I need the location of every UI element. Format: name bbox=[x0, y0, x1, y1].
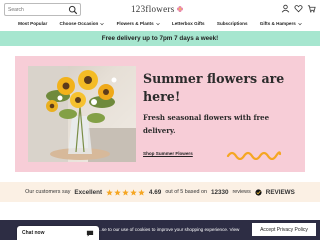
main-nav: Most Popular Choose Occasion Flowers & P… bbox=[0, 18, 320, 29]
search-icon[interactable] bbox=[68, 5, 78, 15]
star-icon bbox=[114, 188, 121, 196]
star-rating bbox=[106, 188, 145, 196]
nav-subscriptions[interactable]: Subscriptions bbox=[217, 21, 248, 26]
review-count: 12330 bbox=[210, 188, 229, 196]
star-icon bbox=[122, 188, 129, 196]
nav-label: Flowers & Plants bbox=[116, 21, 154, 26]
sunflower-bouquet-image bbox=[28, 66, 136, 162]
cookie-text: ...se to our use of cookies to improve y… bbox=[98, 227, 240, 232]
star-icon bbox=[106, 188, 113, 196]
chevron-down-icon bbox=[155, 22, 160, 25]
flower-logo-icon bbox=[176, 5, 183, 13]
chevron-down-icon bbox=[298, 22, 302, 25]
site-logo[interactable]: 123flowers bbox=[131, 2, 184, 16]
review-count-suffix: reviews bbox=[232, 189, 251, 195]
hero-subtitle: Fresh seasonal flowers with free deliver… bbox=[143, 113, 270, 135]
nav-label: Gifts & Hampers bbox=[259, 21, 296, 26]
search-input[interactable] bbox=[8, 5, 64, 15]
nav-label: Choose Occasion bbox=[59, 21, 99, 26]
nav-label: Subscriptions bbox=[216, 21, 248, 26]
nav-choose-occasion[interactable]: Choose Occasion bbox=[60, 21, 105, 26]
star-icon bbox=[130, 188, 137, 196]
hero-image[interactable] bbox=[28, 66, 136, 162]
rating-number: 4.69 bbox=[149, 188, 162, 196]
delivery-text: Free delivery up to 7pm 7 days a week! bbox=[101, 35, 219, 42]
reviews-logo-icon bbox=[255, 188, 262, 196]
accept-privacy-button[interactable]: Accept Privacy Policy bbox=[252, 223, 316, 236]
nav-flowers-plants[interactable]: Flowers & Plants bbox=[117, 21, 160, 26]
delivery-banner[interactable]: Free delivery up to 7pm 7 days a week! bbox=[0, 31, 320, 46]
hero-section: Summer flowers are here! Fresh seasonal … bbox=[15, 56, 305, 172]
nav-most-popular[interactable]: Most Popular bbox=[18, 21, 47, 26]
chevron-down-icon bbox=[100, 22, 105, 25]
squiggle-decoration-icon bbox=[226, 151, 282, 160]
nav-gifts-hampers[interactable]: Gifts & Hampers bbox=[260, 21, 302, 26]
search-box[interactable] bbox=[4, 3, 81, 16]
chat-bubble-icon bbox=[86, 230, 94, 237]
shop-summer-flowers-link[interactable]: Shop Summer Flowers bbox=[143, 151, 193, 156]
reviews-prefix: Our customers say bbox=[25, 189, 71, 195]
cart-icon[interactable] bbox=[307, 4, 316, 13]
star-icon bbox=[138, 188, 145, 196]
heart-icon[interactable] bbox=[294, 4, 303, 13]
rating-text: out of 5 based on bbox=[165, 189, 207, 195]
top-bar: 123flowers bbox=[0, 0, 320, 16]
logo-text: 123flowers bbox=[131, 4, 175, 14]
reviews-bar[interactable]: Our customers say Excellent 4.69 out of … bbox=[0, 182, 320, 202]
header-icons bbox=[281, 4, 316, 13]
chat-label: Chat now bbox=[22, 230, 45, 236]
rating-word: Excellent bbox=[74, 188, 103, 196]
chat-widget[interactable]: Chat now bbox=[17, 226, 99, 240]
nav-letterbox-gifts[interactable]: Letterbox Gifts bbox=[172, 21, 205, 26]
reviews-brand: REVIEWS bbox=[265, 188, 295, 196]
user-icon[interactable] bbox=[281, 4, 290, 13]
nav-label: Letterbox Gifts bbox=[171, 21, 205, 26]
hero-title: Summer flowers are here! bbox=[143, 71, 285, 104]
nav-label: Most Popular bbox=[18, 21, 48, 26]
rating-value: 4.69 bbox=[149, 189, 161, 196]
